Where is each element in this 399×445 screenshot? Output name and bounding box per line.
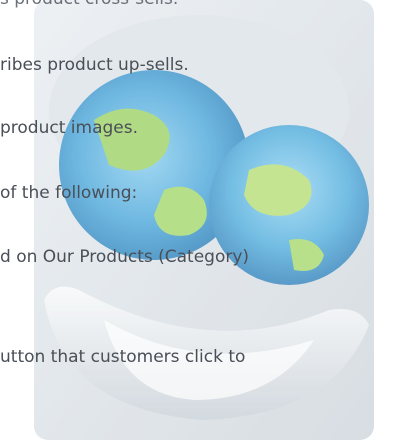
text-line-button-click: utton that customers click to	[0, 347, 246, 367]
text-line-cross-sells: s product cross-sells.	[0, 0, 178, 10]
text-line-product-images: product images.	[0, 118, 139, 138]
text-line-up-sells: ribes product up-sells.	[0, 55, 189, 75]
text-line-category: d on Our Products (Category)	[0, 247, 250, 267]
screen: s product cross-sells. ribes product up-…	[0, 0, 399, 445]
text-line-following: of the following:	[0, 183, 138, 203]
